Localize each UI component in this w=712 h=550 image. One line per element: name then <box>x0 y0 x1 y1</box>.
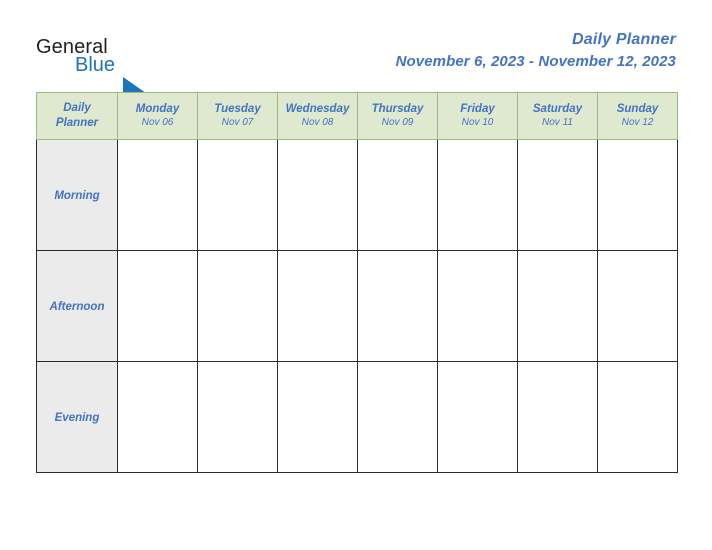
column-header-saturday: Saturday Nov 11 <box>517 92 598 140</box>
row-label-evening: Evening <box>36 361 118 473</box>
table-corner-header: Daily Planner <box>36 92 118 140</box>
column-header-thursday: Thursday Nov 09 <box>357 92 438 140</box>
cell-afternoon-monday[interactable] <box>117 250 198 362</box>
cell-afternoon-thursday[interactable] <box>357 250 438 362</box>
cell-evening-tuesday[interactable] <box>197 361 278 473</box>
table-header-row: Daily Planner Monday Nov 06 Tuesday Nov … <box>36 92 678 140</box>
row-label-text: Morning <box>54 190 100 202</box>
day-date-thursday: Nov 09 <box>381 117 414 128</box>
cell-morning-thursday[interactable] <box>357 139 438 251</box>
cell-afternoon-friday[interactable] <box>437 250 518 362</box>
cell-morning-friday[interactable] <box>437 139 518 251</box>
day-date-saturday: Nov 11 <box>542 117 573 128</box>
day-name-sunday: Sunday <box>616 103 659 115</box>
corner-label-line1: Daily <box>63 102 91 114</box>
cell-evening-wednesday[interactable] <box>277 361 358 473</box>
page-header: General Blue Daily Planner November 6, 2… <box>0 0 712 98</box>
title-block: Daily Planner November 6, 2023 - Novembe… <box>396 30 676 72</box>
column-header-tuesday: Tuesday Nov 07 <box>197 92 278 140</box>
day-name-thursday: Thursday <box>371 103 424 115</box>
row-label-morning: Morning <box>36 139 118 251</box>
cell-afternoon-saturday[interactable] <box>517 250 598 362</box>
cell-evening-sunday[interactable] <box>597 361 678 473</box>
day-name-friday: Friday <box>460 103 495 115</box>
cell-morning-monday[interactable] <box>117 139 198 251</box>
general-blue-logo: General Blue <box>36 36 236 98</box>
row-label-afternoon: Afternoon <box>36 250 118 362</box>
table-row: Morning <box>36 139 678 251</box>
column-header-wednesday: Wednesday Nov 08 <box>277 92 358 140</box>
cell-morning-tuesday[interactable] <box>197 139 278 251</box>
cell-morning-sunday[interactable] <box>597 139 678 251</box>
day-date-friday: Nov 10 <box>461 117 494 128</box>
day-name-tuesday: Tuesday <box>214 103 261 115</box>
day-date-wednesday: Nov 08 <box>301 117 334 128</box>
column-header-sunday: Sunday Nov 12 <box>597 92 678 140</box>
column-header-monday: Monday Nov 06 <box>117 92 198 140</box>
day-name-monday: Monday <box>135 103 180 115</box>
date-range-subtitle: November 6, 2023 - November 12, 2023 <box>395 53 676 70</box>
cell-evening-saturday[interactable] <box>517 361 598 473</box>
cell-afternoon-wednesday[interactable] <box>277 250 358 362</box>
column-header-friday: Friday Nov 10 <box>437 92 518 140</box>
cell-evening-friday[interactable] <box>437 361 518 473</box>
corner-label-line2: Planner <box>55 117 99 129</box>
day-name-wednesday: Wednesday <box>285 103 350 115</box>
logo-text-blue: Blue <box>75 54 116 76</box>
cell-afternoon-sunday[interactable] <box>597 250 678 362</box>
table-row: Afternoon <box>36 250 678 362</box>
page-title: Daily Planner <box>572 31 676 48</box>
row-label-text: Evening <box>54 412 100 424</box>
day-date-sunday: Nov 12 <box>621 117 654 128</box>
cell-morning-wednesday[interactable] <box>277 139 358 251</box>
cell-morning-saturday[interactable] <box>517 139 598 251</box>
row-label-text: Afternoon <box>49 301 105 313</box>
daily-planner-table: Daily Planner Monday Nov 06 Tuesday Nov … <box>36 92 678 473</box>
cell-afternoon-tuesday[interactable] <box>197 250 278 362</box>
day-date-monday: Nov 06 <box>141 117 174 128</box>
cell-evening-thursday[interactable] <box>357 361 438 473</box>
table-row: Evening <box>36 361 678 473</box>
cell-evening-monday[interactable] <box>117 361 198 473</box>
day-name-saturday: Saturday <box>532 103 583 115</box>
day-date-tuesday: Nov 07 <box>221 117 254 128</box>
